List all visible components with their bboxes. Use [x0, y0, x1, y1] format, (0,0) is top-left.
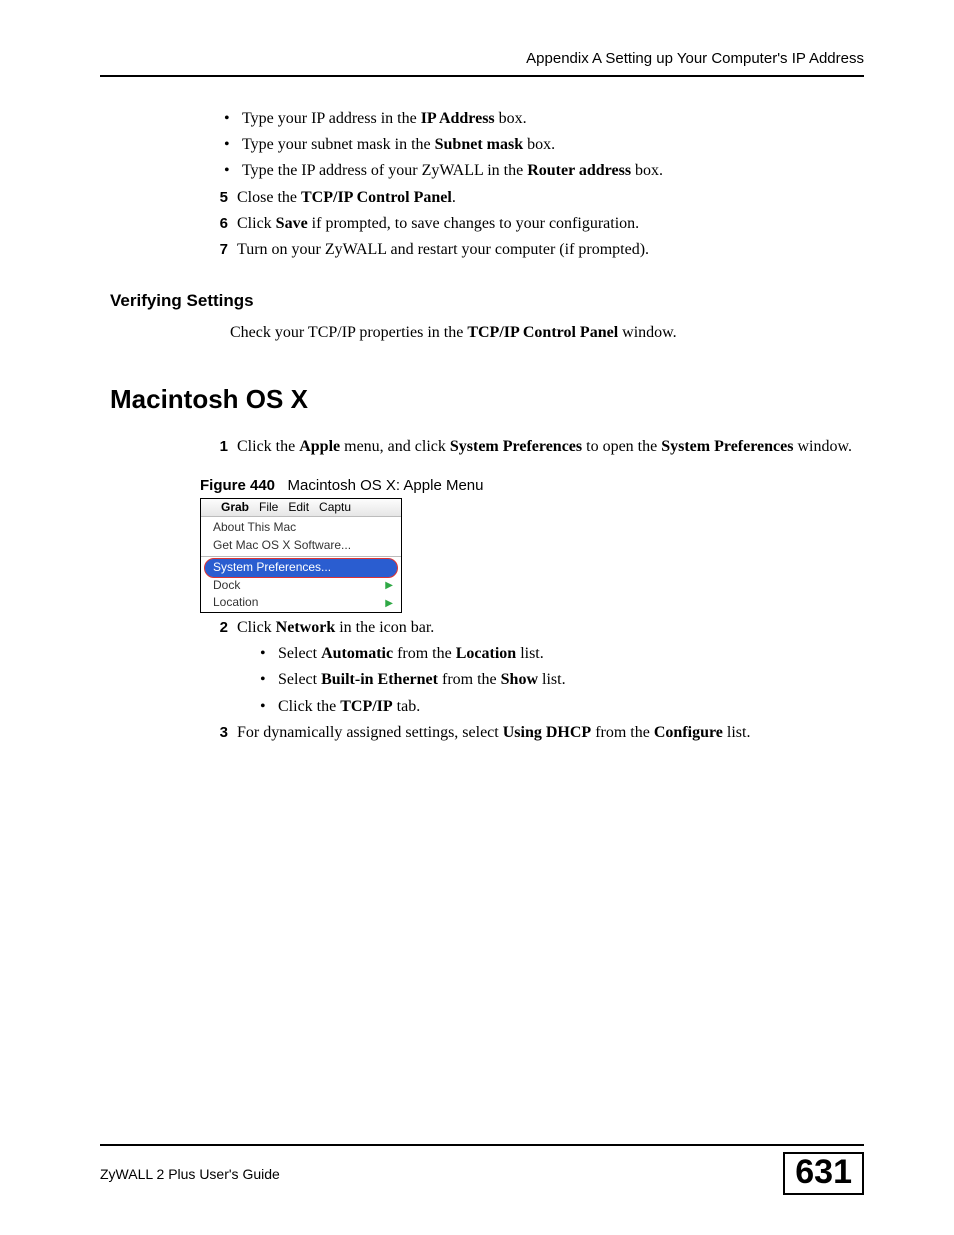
- footer-guide-name: ZyWALL 2 Plus User's Guide: [100, 1166, 280, 1182]
- heading-verifying-settings: Verifying Settings: [110, 291, 864, 311]
- text: if prompted, to save changes to your con…: [308, 215, 639, 232]
- mac-step2-bullet-location: • Select Automatic from the Location lis…: [260, 642, 864, 665]
- verify-paragraph: Check your TCP/IP properties in the TCP/…: [230, 321, 864, 344]
- text: For dynamically assigned settings, selec…: [237, 724, 503, 741]
- figure-title: Macintosh OS X: Apple Menu: [288, 477, 484, 494]
- heading-macintosh-osx: Macintosh OS X: [110, 384, 864, 415]
- menu-item-get-software: Get Mac OS X Software...: [201, 537, 401, 555]
- menu-item-label: Location: [213, 595, 258, 611]
- text: Type the IP address of your ZyWALL in th…: [242, 162, 527, 179]
- mac-step2-bullet-show: • Select Built-in Ethernet from the Show…: [260, 668, 864, 691]
- submenu-arrow-icon: ▶: [385, 597, 393, 610]
- mac-step2-bullet-tcpip: • Click the TCP/IP tab.: [260, 695, 864, 718]
- step-number: 2: [200, 617, 228, 639]
- text: list.: [516, 645, 544, 662]
- text: list.: [538, 671, 566, 688]
- text-bold: Location: [456, 645, 516, 662]
- text: Turn on your ZyWALL and restart your com…: [237, 238, 864, 261]
- text: Close the: [237, 189, 301, 206]
- text: to open the: [582, 438, 661, 455]
- text: Click the: [237, 438, 299, 455]
- mac-menubar-grab: Grab: [221, 500, 249, 516]
- text: from the: [393, 645, 456, 662]
- step-number: 1: [200, 436, 228, 458]
- text: box.: [523, 136, 555, 153]
- menu-item-label: About This Mac: [213, 520, 296, 536]
- text: Type your subnet mask in the: [242, 136, 435, 153]
- menu-item-label: System Preferences...: [213, 560, 331, 576]
- page-number: 631: [783, 1152, 864, 1195]
- text: from the: [591, 724, 654, 741]
- mac-menubar: Grab File Edit Captu: [201, 499, 401, 518]
- bullet-subnet-mask: • Type your subnet mask in the Subnet ma…: [224, 133, 864, 156]
- mac-menubar-file: File: [259, 500, 278, 516]
- menu-item-dock: Dock ▶: [201, 577, 401, 595]
- text: Click: [237, 215, 276, 232]
- mac-step-3: 3 For dynamically assigned settings, sel…: [200, 721, 864, 744]
- text-bold: Show: [501, 671, 538, 688]
- text-bold: TCP/IP: [340, 698, 392, 715]
- text: .: [452, 189, 456, 206]
- text: window.: [618, 324, 677, 341]
- text-bold: Router address: [527, 162, 631, 179]
- mac-apple-menu-body: About This Mac Get Mac OS X Software... …: [201, 517, 401, 612]
- text-bold: Built-in Ethernet: [321, 671, 438, 688]
- text: Select: [278, 671, 321, 688]
- bullet-router-address: • Type the IP address of your ZyWALL in …: [224, 159, 864, 182]
- text-bold: TCP/IP Control Panel: [467, 324, 618, 341]
- text: Select: [278, 645, 321, 662]
- text: list.: [723, 724, 751, 741]
- text: Click: [237, 619, 276, 636]
- text: box.: [631, 162, 663, 179]
- figure-caption: Figure 440 Macintosh OS X: Apple Menu: [200, 477, 864, 494]
- text-bold: Using DHCP: [503, 724, 591, 741]
- step-7: 7 Turn on your ZyWALL and restart your c…: [200, 238, 864, 261]
- figure-label: Figure 440: [200, 477, 275, 494]
- text-bold: Apple: [299, 438, 340, 455]
- text-bold: Subnet mask: [435, 136, 523, 153]
- text: in the icon bar.: [335, 619, 434, 636]
- text-bold: System Preferences: [450, 438, 582, 455]
- text-bold: Automatic: [321, 645, 393, 662]
- step-number: 7: [200, 239, 228, 261]
- text: Check your TCP/IP properties in the: [230, 324, 467, 341]
- submenu-arrow-icon: ▶: [385, 579, 393, 592]
- menu-item-label: Get Mac OS X Software...: [213, 538, 351, 554]
- text: window.: [793, 438, 852, 455]
- text: menu, and click: [340, 438, 450, 455]
- page-header: Appendix A Setting up Your Computer's IP…: [100, 50, 864, 77]
- menu-item-label: Dock: [213, 578, 240, 594]
- step-number: 5: [200, 187, 228, 209]
- mac-step-2: 2 Click Network in the icon bar.: [200, 616, 864, 639]
- step-5: 5 Close the TCP/IP Control Panel.: [200, 186, 864, 209]
- step-number: 6: [200, 213, 228, 235]
- menu-item-system-preferences: System Preferences...: [205, 559, 397, 577]
- text-bold: Configure: [654, 724, 723, 741]
- text: tab.: [393, 698, 421, 715]
- text-bold: IP Address: [421, 110, 495, 127]
- figure-apple-menu: Grab File Edit Captu About This Mac Get …: [200, 498, 402, 614]
- step-6: 6 Click Save if prompted, to save change…: [200, 212, 864, 235]
- bullet-ip-address: • Type your IP address in the IP Address…: [224, 107, 864, 130]
- text: Type your IP address in the: [242, 110, 421, 127]
- menu-item-location: Location ▶: [201, 594, 401, 612]
- page-footer: ZyWALL 2 Plus User's Guide 631: [100, 1144, 864, 1195]
- text-bold: System Preferences: [661, 438, 793, 455]
- text-bold: Save: [276, 215, 308, 232]
- text-bold: TCP/IP Control Panel: [301, 189, 452, 206]
- text: from the: [438, 671, 501, 688]
- mac-menubar-capture: Captu: [319, 500, 351, 516]
- mac-step-1: 1 Click the Apple menu, and click System…: [200, 435, 864, 458]
- menu-item-about-this-mac: About This Mac: [201, 519, 401, 537]
- text: box.: [495, 110, 527, 127]
- text: Click the: [278, 698, 340, 715]
- text-bold: Network: [276, 619, 336, 636]
- mac-menubar-edit: Edit: [288, 500, 309, 516]
- menu-divider: [201, 556, 401, 557]
- step-number: 3: [200, 722, 228, 744]
